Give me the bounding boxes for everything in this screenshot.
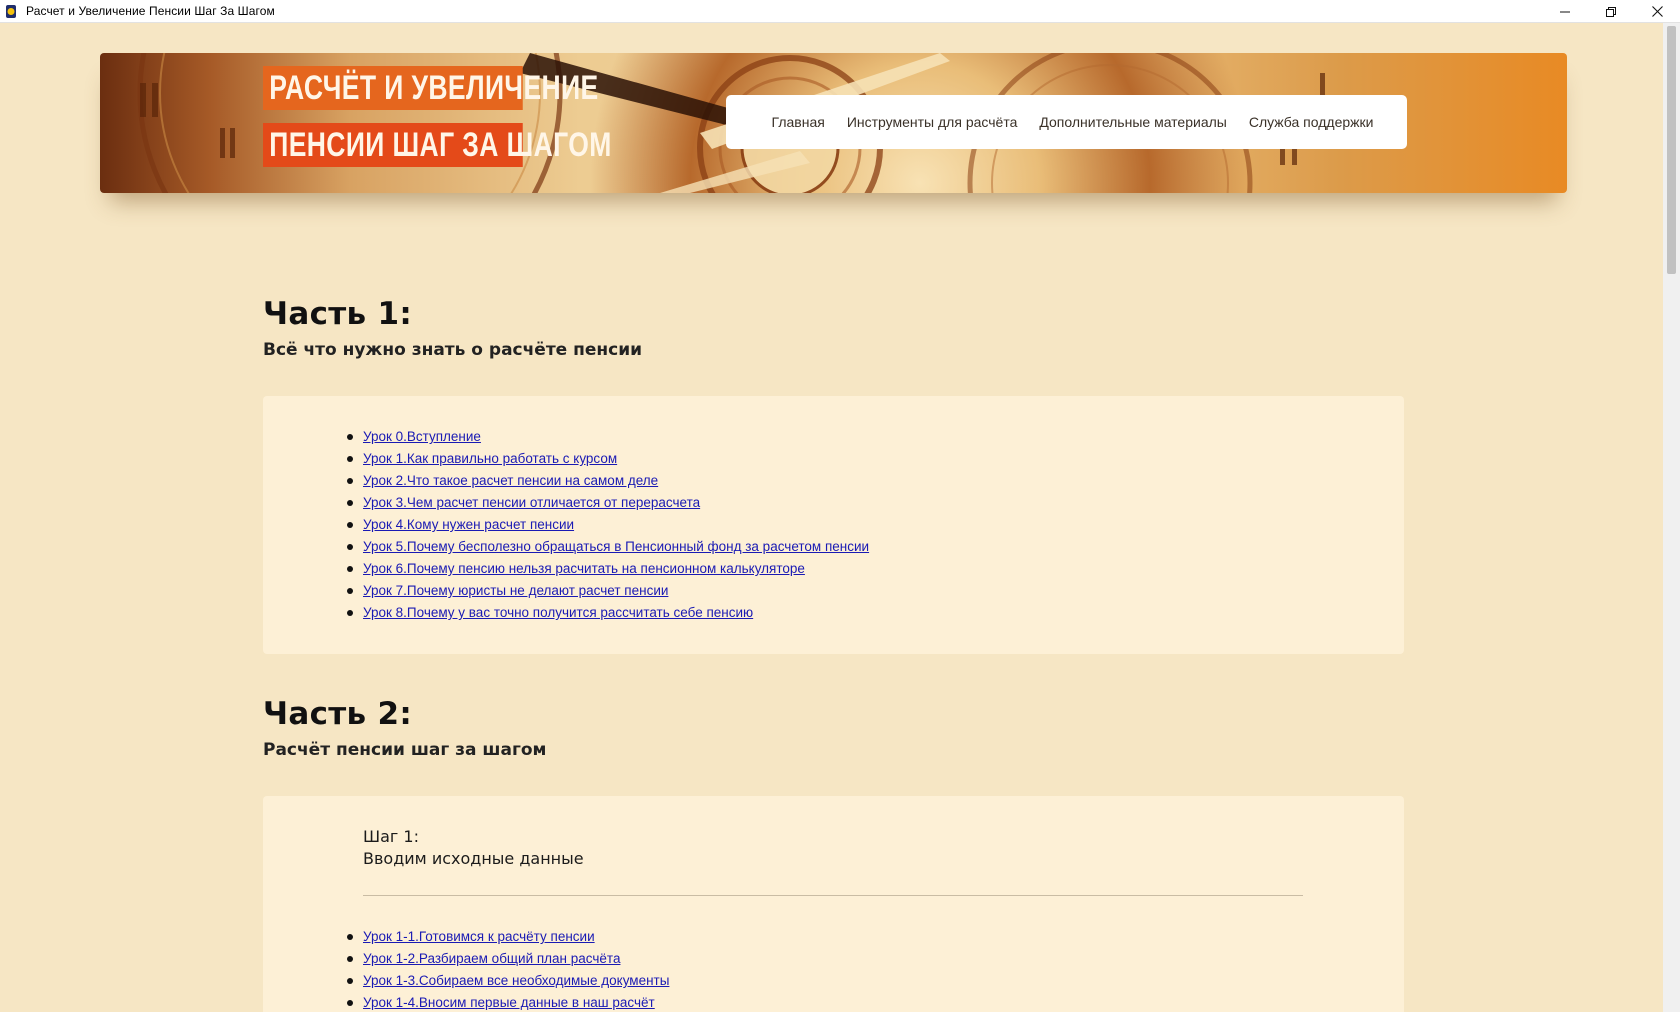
part1-lessons-card: Урок 0.Вступление Урок 1.Как правильно р… — [263, 396, 1404, 654]
lesson-link[interactable]: Урок 1-3.Собираем все необходимые докуме… — [363, 973, 669, 988]
list-item: Урок 1.Как правильно работать с курсом — [347, 448, 869, 470]
list-item: Урок 4.Кому нужен расчет пенсии — [347, 514, 869, 536]
part2-title: Часть 2: — [263, 696, 413, 732]
list-item: Урок 1-2.Разбираем общий план расчёта — [347, 948, 669, 970]
list-item: Урок 1-3.Собираем все необходимые докуме… — [347, 970, 669, 992]
list-item: Урок 8.Почему у вас точно получится расс… — [347, 602, 869, 624]
part1-lesson-list: Урок 0.Вступление Урок 1.Как правильно р… — [347, 426, 869, 624]
lesson-link[interactable]: Урок 3.Чем расчет пенсии отличается от п… — [363, 495, 700, 510]
site-logo[interactable]: РАСЧЁТ И УВЕЛИЧЕНИЕ ПЕНСИИ ШАГ ЗА ШАГОМ — [263, 66, 611, 180]
part2-subtitle: Расчёт пенсии шаг за шагом — [263, 740, 547, 760]
restore-button[interactable] — [1588, 0, 1634, 23]
lesson-link[interactable]: Урок 7.Почему юристы не делают расчет пе… — [363, 583, 668, 598]
header-banner: РАСЧЁТ И УВЕЛИЧЕНИЕ ПЕНСИИ ШАГ ЗА ШАГОМ … — [100, 53, 1567, 193]
logo-line-1: РАСЧЁТ И УВЕЛИЧЕНИЕ — [263, 66, 598, 110]
lesson-link[interactable]: Урок 1.Как правильно работать с курсом — [363, 451, 617, 466]
lesson-link[interactable]: Урок 1-2.Разбираем общий план расчёта — [363, 951, 620, 966]
part2-step1-card: Шаг 1: Вводим исходные данные Урок 1-1.Г… — [263, 796, 1404, 1012]
lesson-link[interactable]: Урок 8.Почему у вас точно получится расс… — [363, 605, 753, 620]
restore-icon — [1606, 6, 1616, 17]
lesson-link[interactable]: Урок 5.Почему бесполезно обращаться в Пе… — [363, 539, 869, 554]
main-nav: Главная Инструменты для расчёта Дополнит… — [726, 95, 1407, 149]
list-item: Урок 3.Чем расчет пенсии отличается от п… — [347, 492, 869, 514]
window-titlebar: Расчет и Увеличение Пенсии Шаг За Шагом — [0, 0, 1680, 23]
nav-item-materials[interactable]: Дополнительные материалы — [1028, 114, 1237, 130]
lesson-link[interactable]: Урок 2.Что такое расчет пенсии на самом … — [363, 473, 658, 488]
part1-subtitle: Всё что нужно знать о расчёте пенсии — [263, 340, 643, 360]
lesson-link[interactable]: Урок 4.Кому нужен расчет пенсии — [363, 517, 574, 532]
step1-divider — [363, 895, 1303, 896]
step1-label: Шаг 1: — [363, 827, 419, 846]
list-item: Урок 6.Почему пенсию нельзя расчитать на… — [347, 558, 869, 580]
lesson-link[interactable]: Урок 1-1.Готовимся к расчёту пенсии — [363, 929, 595, 944]
close-button[interactable] — [1634, 0, 1680, 23]
vertical-scrollbar[interactable] — [1663, 23, 1680, 1012]
part1-title: Часть 1: — [263, 296, 413, 332]
list-item: Урок 5.Почему бесполезно обращаться в Пе… — [347, 536, 869, 558]
nav-item-home[interactable]: Главная — [761, 114, 836, 130]
minimize-button[interactable] — [1542, 0, 1588, 23]
list-item: Урок 7.Почему юристы не делают расчет пе… — [347, 580, 869, 602]
window-controls — [1542, 0, 1680, 23]
list-item: Урок 0.Вступление — [347, 426, 869, 448]
lesson-link[interactable]: Урок 6.Почему пенсию нельзя расчитать на… — [363, 561, 805, 576]
list-item: Урок 1-1.Готовимся к расчёту пенсии — [347, 926, 669, 948]
scrollbar-thumb[interactable] — [1667, 26, 1676, 274]
window-title: Расчет и Увеличение Пенсии Шаг За Шагом — [26, 4, 275, 18]
minimize-icon — [1560, 11, 1570, 12]
list-item: Урок 2.Что такое расчет пенсии на самом … — [347, 470, 869, 492]
step1-title: Вводим исходные данные — [363, 849, 584, 868]
app-icon — [4, 4, 18, 19]
logo-line-2: ПЕНСИИ ШАГ ЗА ШАГОМ — [263, 123, 611, 167]
lesson-link[interactable]: Урок 0.Вступление — [363, 429, 481, 444]
nav-item-support[interactable]: Служба поддержки — [1238, 114, 1385, 130]
step1-lesson-list: Урок 1-1.Готовимся к расчёту пенсии Урок… — [347, 926, 669, 1012]
close-icon — [1651, 6, 1663, 17]
lesson-link[interactable]: Урок 1-4.Вносим первые данные в наш расч… — [363, 995, 655, 1010]
nav-item-tools[interactable]: Инструменты для расчёта — [836, 114, 1029, 130]
list-item: Урок 1-4.Вносим первые данные в наш расч… — [347, 992, 669, 1012]
